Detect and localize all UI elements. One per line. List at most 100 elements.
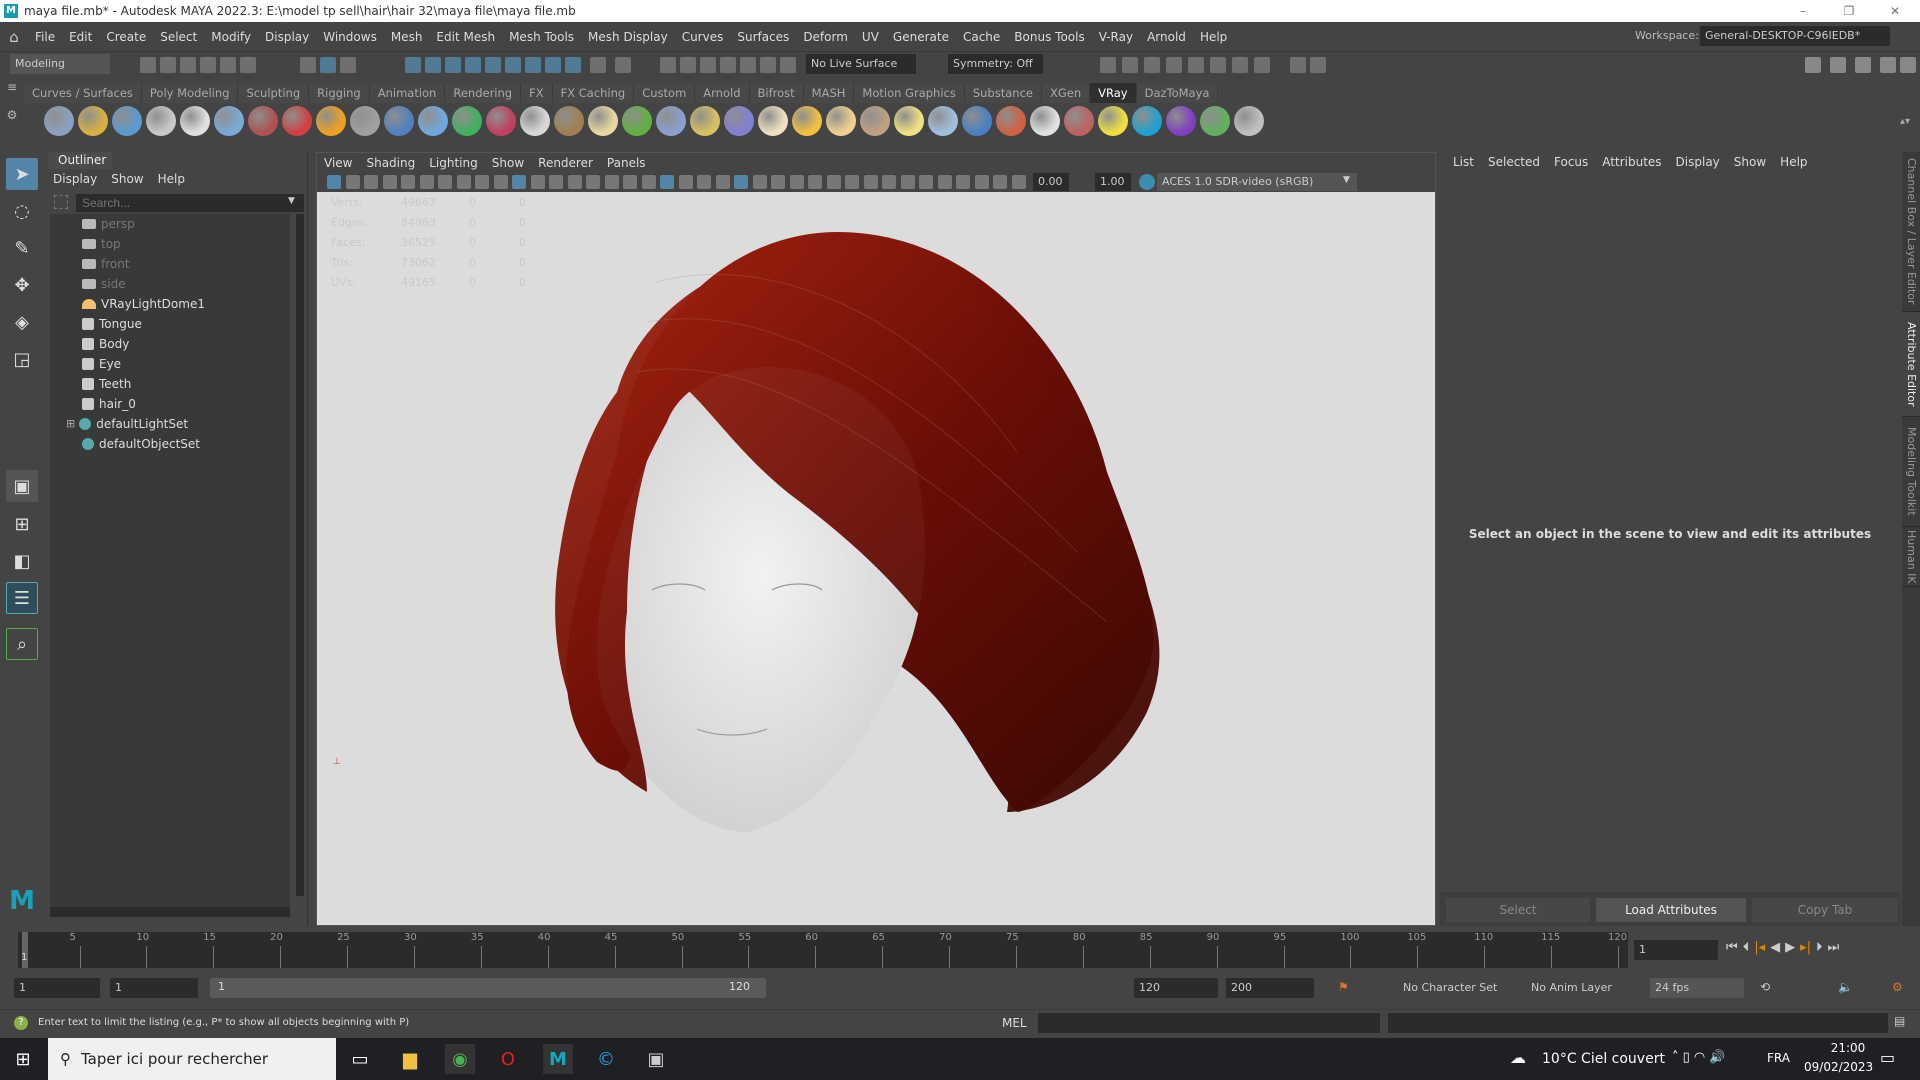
outliner-hscrollbar[interactable] — [50, 907, 290, 917]
layout-icon[interactable] — [1855, 57, 1871, 73]
load-attributes-button[interactable]: Load Attributes — [1596, 898, 1746, 922]
chrome-icon[interactable]: ◉ — [445, 1044, 475, 1074]
c-app-icon[interactable]: © — [591, 1044, 621, 1074]
menu-arnold[interactable]: Arnold — [1140, 30, 1193, 44]
status-tool-icon[interactable] — [320, 57, 336, 73]
vray-shelf-tool-icon[interactable] — [792, 106, 822, 136]
notification-icon[interactable]: ▭ — [1880, 1048, 1895, 1067]
scale-tool-icon[interactable]: ◲ — [6, 343, 38, 375]
vray-shelf-tool-icon[interactable] — [44, 106, 74, 136]
status-tool-icon[interactable] — [220, 57, 236, 73]
shelf-tab-bifrost[interactable]: Bifrost — [749, 83, 804, 103]
vray-shelf-tool-icon[interactable] — [112, 106, 142, 136]
clock-time[interactable]: 21:00 — [1818, 1041, 1878, 1055]
viewport-tool-icon[interactable] — [974, 175, 989, 189]
select-button[interactable]: Select — [1446, 898, 1590, 922]
filter-icon[interactable] — [54, 195, 68, 209]
vray-shelf-tool-icon[interactable] — [418, 106, 448, 136]
menu-surfaces[interactable]: Surfaces — [730, 30, 796, 44]
menu-file[interactable]: File — [28, 30, 62, 44]
viewport-tool-icon[interactable] — [623, 175, 637, 189]
status-tool-icon[interactable] — [1210, 57, 1226, 73]
shelf-menu-icon[interactable]: ≡ ⚙ — [0, 80, 24, 140]
outliner-item[interactable]: front — [82, 254, 130, 274]
menu-modify[interactable]: Modify — [204, 30, 258, 44]
vray-shelf-tool-icon[interactable] — [452, 106, 482, 136]
viewport-tool-icon[interactable] — [456, 175, 471, 189]
viewport-canvas[interactable]: Verts: 49667 0 0 Edges: 84963 0 0 Faces: 36525 0 0 T… — [317, 192, 1435, 925]
outliner-item[interactable]: persp — [82, 214, 135, 234]
viewport-tool-icon[interactable] — [808, 175, 822, 189]
menu-generate[interactable]: Generate — [886, 30, 956, 44]
go-to-start-icon[interactable]: ⏮ — [1726, 940, 1738, 955]
status-tool-icon[interactable] — [565, 57, 581, 73]
gamma-field[interactable]: 1.00 — [1095, 173, 1131, 191]
viewport-tool-icon[interactable] — [549, 175, 563, 189]
status-tool-icon[interactable] — [660, 57, 676, 73]
live-surface-field[interactable]: No Live Surface — [806, 54, 916, 74]
vray-shelf-tool-icon[interactable] — [350, 106, 380, 136]
scene-end-field[interactable]: 200 — [1226, 978, 1314, 998]
shelf-tab-rigging[interactable]: Rigging — [309, 83, 370, 103]
side-tab-channel-box-layer-editor[interactable]: Channel Box / Layer Editor — [1902, 152, 1920, 312]
status-tool-icon[interactable] — [740, 57, 756, 73]
vray-shelf-tool-icon[interactable] — [1132, 106, 1162, 136]
viewport-tool-icon[interactable] — [697, 175, 711, 189]
outliner-scrollbar[interactable] — [296, 214, 304, 896]
auto-key-icon[interactable]: ⚑ — [1338, 980, 1349, 994]
color-management-icon[interactable] — [1139, 174, 1155, 190]
menu-create[interactable]: Create — [99, 30, 153, 44]
vray-shelf-tool-icon[interactable] — [1234, 106, 1264, 136]
menu-mesh-tools[interactable]: Mesh Tools — [502, 30, 581, 44]
scene-start-field[interactable]: 1 — [14, 978, 100, 998]
shelf-tab-mash[interactable]: MASH — [803, 83, 855, 103]
viewport-tool-icon[interactable] — [678, 175, 693, 189]
outliner-item[interactable]: Tongue — [82, 314, 142, 334]
status-tool-icon[interactable] — [615, 57, 631, 73]
current-frame-field[interactable]: 1 — [1634, 940, 1718, 960]
vray-shelf-tool-icon[interactable] — [1200, 106, 1230, 136]
layout-icon[interactable] — [1830, 57, 1846, 73]
task-view-icon[interactable]: ▭ — [345, 1044, 375, 1074]
viewport-tool-icon[interactable] — [937, 175, 952, 189]
outliner-search-input[interactable] — [76, 194, 304, 212]
status-tool-icon[interactable] — [780, 57, 796, 73]
menu-bonus-tools[interactable]: Bonus Tools — [1007, 30, 1091, 44]
shelf-tab-animation[interactable]: Animation — [369, 83, 446, 103]
shelf-tab-motion-graphics[interactable]: Motion Graphics — [854, 83, 965, 103]
status-tool-icon[interactable] — [1144, 57, 1160, 73]
vray-shelf-tool-icon[interactable] — [316, 106, 346, 136]
viewport-menu-view[interactable]: View — [317, 153, 359, 173]
viewport-menu-show[interactable]: Show — [485, 153, 531, 173]
attr-menu-selected[interactable]: Selected — [1481, 152, 1547, 172]
paint-select-tool-icon[interactable]: ✎ — [6, 232, 38, 264]
side-tab-modeling-toolkit[interactable]: Modeling Toolkit — [1902, 417, 1920, 527]
menu-v-ray[interactable]: V-Ray — [1092, 30, 1140, 44]
play-backward-icon[interactable]: ◀ — [1770, 940, 1780, 955]
vray-shelf-tool-icon[interactable] — [860, 106, 890, 136]
status-tool-icon[interactable] — [300, 57, 316, 73]
status-tool-icon[interactable] — [1310, 57, 1326, 73]
language-indicator[interactable]: FRA — [1767, 1051, 1790, 1065]
menu-uv[interactable]: UV — [855, 30, 886, 44]
sound-icon[interactable]: 🔈 — [1838, 980, 1853, 994]
outliner-item[interactable]: hair_0 — [82, 394, 136, 414]
color-space-select[interactable]: ACES 1.0 SDR-video (sRGB) — [1157, 173, 1357, 191]
side-tab-human-ik[interactable]: Human IK — [1902, 527, 1920, 587]
viewport-tool-icon[interactable] — [364, 175, 378, 189]
attr-menu-list[interactable]: List — [1446, 152, 1481, 172]
shelf-tab-arnold[interactable]: Arnold — [695, 83, 750, 103]
workspace-select[interactable]: General-DESKTOP-C96IEDB* — [1700, 26, 1890, 46]
go-to-end-icon[interactable]: ⏭ — [1828, 940, 1840, 955]
status-tool-icon[interactable] — [1166, 57, 1182, 73]
outliner-tab[interactable]: Outliner — [48, 152, 112, 169]
app-icon[interactable]: ▣ — [641, 1044, 671, 1074]
viewport-tool-icon[interactable] — [882, 175, 896, 189]
outliner-item[interactable]: Body — [82, 334, 129, 354]
vray-shelf-tool-icon[interactable] — [78, 106, 108, 136]
playback-start-field[interactable]: 1 — [110, 978, 198, 998]
opera-icon[interactable]: O — [493, 1044, 523, 1074]
status-tool-icon[interactable] — [200, 57, 216, 73]
vray-shelf-tool-icon[interactable] — [962, 106, 992, 136]
select-tool-icon[interactable]: ➤ — [6, 158, 38, 190]
